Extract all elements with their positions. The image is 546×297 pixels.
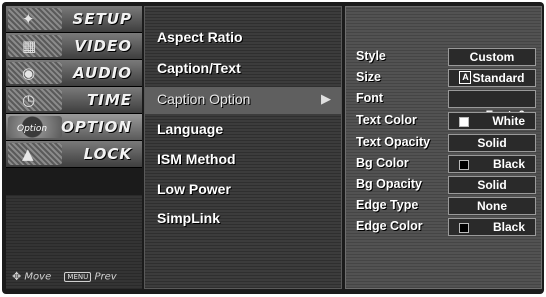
- move-hint: Move: [24, 271, 52, 283]
- submenu-item-label: Caption/Text: [157, 60, 241, 76]
- submenu-item-low-power[interactable]: Low Power: [145, 177, 341, 204]
- category-label: VIDEO: [74, 37, 132, 55]
- setting-row-bg-color: Bg Color Black: [346, 154, 541, 175]
- setting-value: Solid: [477, 178, 507, 192]
- edge-type-value-field[interactable]: None: [448, 197, 536, 215]
- audio-icon: ◉: [8, 62, 62, 84]
- prev-hint: Prev: [94, 271, 117, 283]
- category-label: OPTION: [61, 118, 132, 136]
- setting-label: Size: [356, 70, 382, 84]
- category-label: LOCK: [83, 145, 132, 163]
- setting-row-style: Style Custom: [346, 47, 541, 68]
- setting-label: Bg Color: [356, 156, 409, 170]
- setting-row-text-color: Text Color White: [346, 111, 541, 132]
- setup-icon: ✦: [8, 8, 62, 30]
- category-time[interactable]: ◷ TIME: [6, 87, 142, 114]
- setting-label: Edge Type: [356, 198, 419, 212]
- font-value-field[interactable]: Font 0: [448, 90, 536, 122]
- category-lock[interactable]: ▲ LOCK: [6, 141, 142, 168]
- submenu-item-caption-option[interactable]: Caption Option ▶: [145, 87, 341, 114]
- bg-color-value-field[interactable]: Black: [448, 155, 536, 173]
- arrow-right-icon: ▶: [321, 92, 331, 107]
- setting-row-size: Size A Standard: [346, 68, 541, 89]
- setting-value: Standard: [472, 71, 525, 85]
- setting-label: Edge Color: [356, 219, 423, 233]
- setting-label: Style: [356, 49, 386, 63]
- size-glyph-icon: A: [459, 71, 472, 84]
- color-swatch-icon: [459, 223, 469, 233]
- style-value-field[interactable]: Custom: [448, 48, 536, 66]
- submenu-item-caption-text[interactable]: Caption/Text: [145, 56, 341, 83]
- submenu-item-aspect-ratio[interactable]: Aspect Ratio: [145, 25, 341, 52]
- setting-value: None: [477, 199, 507, 213]
- submenu-item-language[interactable]: Language: [145, 117, 341, 144]
- time-icon: ◷: [8, 89, 62, 111]
- setting-value: Solid: [477, 136, 507, 150]
- lock-icon: ▲: [8, 143, 62, 165]
- color-swatch-icon: [459, 117, 469, 127]
- category-label: SETUP: [72, 10, 132, 28]
- category-menu: ✦ SETUP ▦ VIDEO ◉ AUDIO ◷ TIME Option OP…: [6, 6, 142, 289]
- setting-row-edge-color: Edge Color Black: [346, 217, 541, 238]
- submenu-item-label: Language: [157, 121, 224, 137]
- setting-row-bg-opacity: Bg Opacity Solid: [346, 175, 541, 196]
- menu-key-icon: MENU: [64, 271, 92, 282]
- setting-row-edge-type: Edge Type None: [346, 196, 541, 217]
- setting-label: Font: [356, 91, 384, 105]
- setting-row-font: Font Font 0: [346, 89, 541, 122]
- text-color-value-field[interactable]: White: [448, 112, 536, 130]
- submenu-item-label: Caption Option: [157, 91, 251, 107]
- submenu-item-label: SimpLink: [157, 210, 221, 226]
- option-icon: Option: [8, 116, 62, 138]
- bg-opacity-value-field[interactable]: Solid: [448, 176, 536, 194]
- color-swatch-icon: [459, 160, 469, 170]
- category-audio[interactable]: ◉ AUDIO: [6, 60, 142, 87]
- text-opacity-value-field[interactable]: Solid: [448, 134, 536, 152]
- setting-value: Custom: [469, 50, 515, 64]
- edge-color-value-field[interactable]: Black: [448, 218, 536, 236]
- category-option[interactable]: Option OPTION: [6, 114, 142, 141]
- category-setup[interactable]: ✦ SETUP: [6, 6, 142, 33]
- setting-value: Black: [492, 157, 525, 171]
- setting-value: White: [492, 114, 525, 128]
- setting-value: Black: [492, 220, 525, 234]
- category-label: AUDIO: [73, 64, 132, 82]
- category-video[interactable]: ▦ VIDEO: [6, 33, 142, 60]
- setting-label: Text Opacity: [356, 135, 431, 149]
- setting-row-text-opacity: Text Opacity Solid: [346, 133, 541, 154]
- option-thumb-text: Option: [17, 124, 48, 134]
- submenu-item-label: ISM Method: [157, 151, 236, 167]
- option-submenu: Aspect Ratio Caption/Text Caption Option…: [144, 6, 342, 289]
- category-label: TIME: [87, 91, 132, 109]
- submenu-item-simplink[interactable]: SimpLink: [145, 206, 341, 233]
- submenu-item-label: Low Power: [157, 181, 231, 197]
- caption-option-settings: Style Custom Size AStandard Font Font 0 …: [345, 6, 542, 289]
- tv-osd-menu: ✦ SETUP ▦ VIDEO ◉ AUDIO ◷ TIME Option OP…: [2, 2, 544, 294]
- navigation-hints: ✥ Move MENU Prev: [12, 270, 142, 288]
- submenu-item-ism-method[interactable]: ISM Method: [145, 147, 341, 174]
- size-value-field[interactable]: A Standard: [448, 69, 536, 87]
- video-icon: ▦: [8, 35, 62, 57]
- move-arrows-icon: ✥: [12, 270, 22, 283]
- setting-label: Bg Opacity: [356, 177, 422, 191]
- submenu-item-label: Aspect Ratio: [157, 29, 243, 45]
- setting-label: Text Color: [356, 113, 417, 127]
